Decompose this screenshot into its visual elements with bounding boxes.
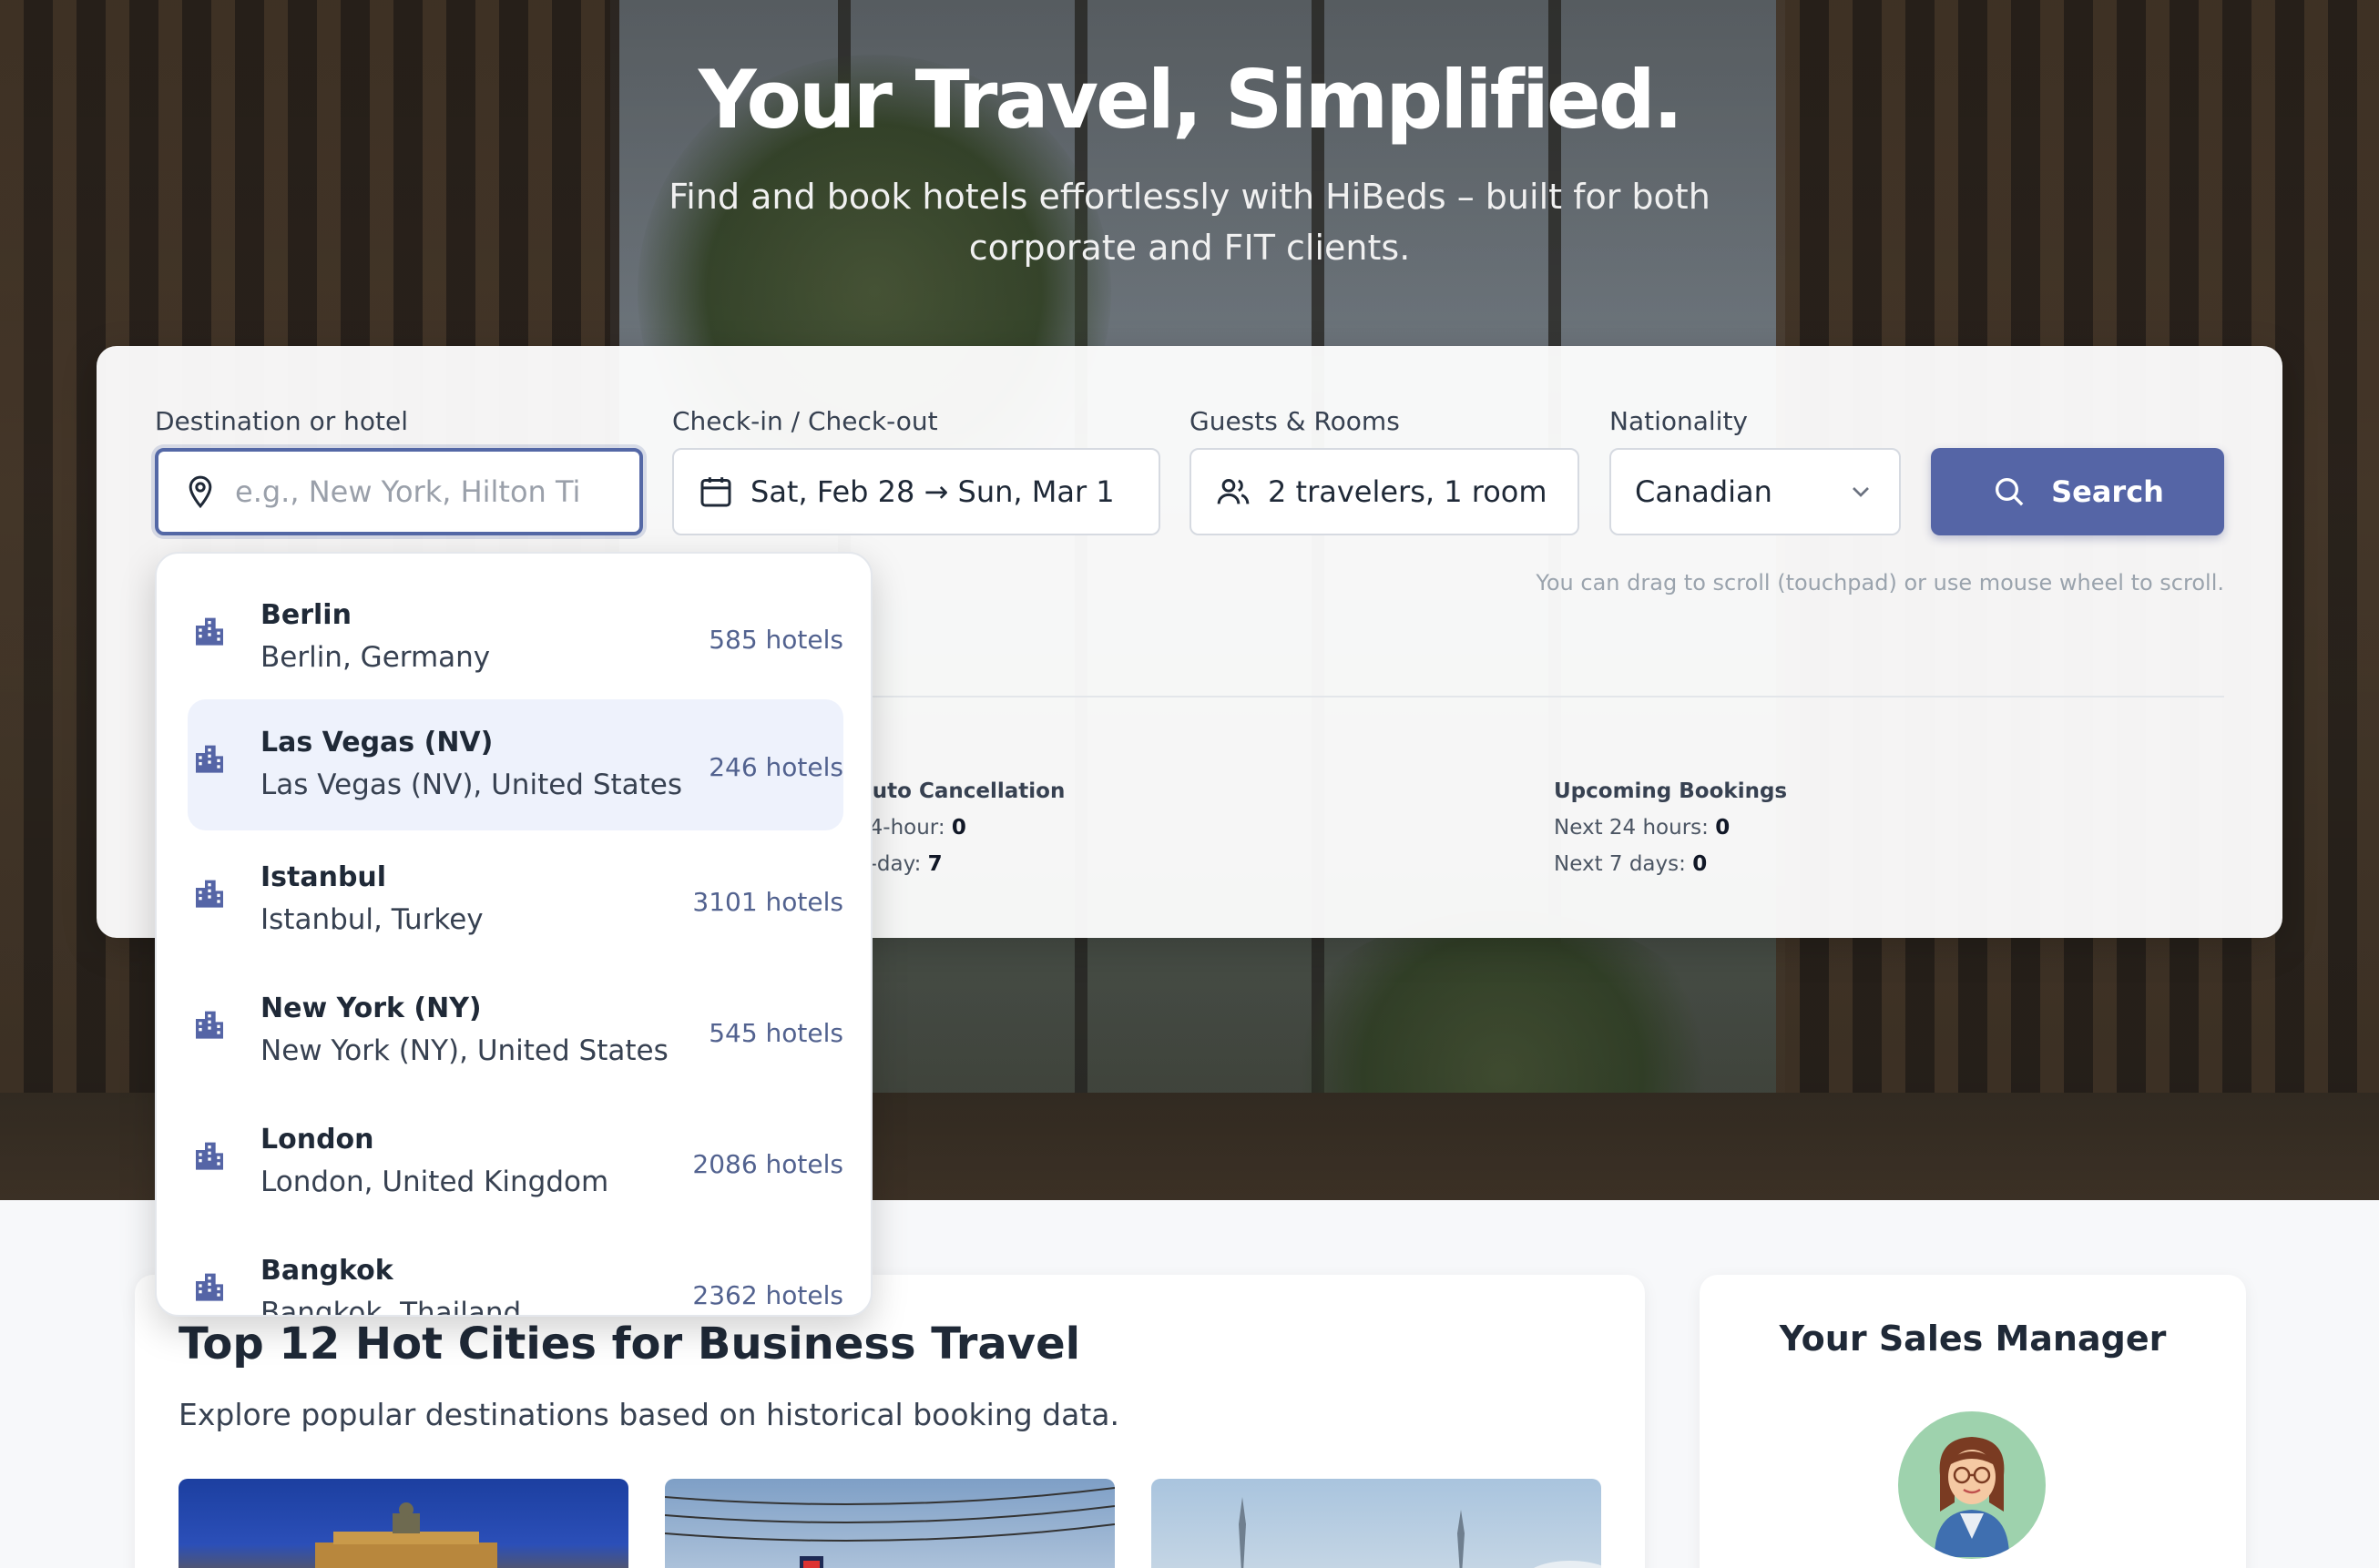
building-icon xyxy=(196,745,223,773)
suggestion-name: London xyxy=(260,1124,374,1156)
search-button[interactable]: Search xyxy=(1931,448,2224,535)
calendar-icon xyxy=(700,477,731,507)
search-button-label: Search xyxy=(2051,474,2164,509)
auto-cancel-24h-value: 0 xyxy=(951,816,966,840)
upcoming-7d: Next 7 days: 0 xyxy=(1554,852,1707,876)
building-icon xyxy=(196,1011,223,1039)
avatar xyxy=(1898,1411,2046,1559)
nationality-label: Nationality xyxy=(1609,406,1749,436)
las-vegas-image xyxy=(665,1487,1115,1568)
dates-label: Check-in / Check-out xyxy=(672,406,938,436)
dates-value: Sat, Feb 28 → Sun, Mar 1 xyxy=(750,474,1115,509)
auto-cancel-24h: 24-hour: 0 xyxy=(856,816,966,840)
destination-suggestions[interactable]: Berlin Berlin, Germany 585 hotels Las Ve… xyxy=(155,552,873,1317)
suggestion-hotel-count: 2086 hotels xyxy=(692,1149,843,1179)
suggestion-name: Berlin xyxy=(260,599,352,631)
dates-field[interactable]: Sat, Feb 28 → Sun, Mar 1 xyxy=(672,448,1160,535)
building-icon xyxy=(196,1273,223,1301)
destination-field[interactable] xyxy=(155,448,643,535)
suggestion-name: Bangkok xyxy=(260,1255,393,1287)
destination-input[interactable] xyxy=(235,474,581,509)
suggestion-location: Istanbul, Turkey xyxy=(260,903,484,936)
istanbul-image xyxy=(1239,1497,1601,1568)
suggestion-location: New York (NY), United States xyxy=(260,1034,669,1067)
chevron-down-icon xyxy=(1853,487,1869,497)
suggestion-item[interactable]: Bangkok Bangkok, Thailand 2362 hotels xyxy=(188,1209,843,1317)
suggestion-name: Las Vegas (NV) xyxy=(260,727,494,759)
auto-cancellation-title: Auto Cancellation xyxy=(856,779,1066,803)
suggestion-name: New York (NY) xyxy=(260,993,482,1024)
suggestion-hotel-count: 2362 hotels xyxy=(692,1280,843,1310)
brandenburg-gate-image xyxy=(315,1502,497,1568)
users-icon xyxy=(1217,479,1250,504)
city-card-image-istanbul[interactable] xyxy=(1151,1479,1601,1568)
map-pin-icon xyxy=(189,475,212,509)
upcoming-24h-label: Next 24 hours: xyxy=(1554,816,1709,840)
nationality-value: Canadian xyxy=(1635,474,1772,509)
nationality-select[interactable]: Canadian xyxy=(1609,448,1901,535)
hot-cities-title: Top 12 Hot Cities for Business Travel xyxy=(179,1319,1081,1369)
guests-field[interactable]: 2 travelers, 1 room xyxy=(1190,448,1579,535)
hot-cities-subtitle: Explore popular destinations based on hi… xyxy=(179,1397,1119,1432)
suggestion-item[interactable]: New York (NY) New York (NY), United Stat… xyxy=(188,947,843,1078)
suggestion-hotel-count: 3101 hotels xyxy=(692,887,843,917)
upcoming-24h-value: 0 xyxy=(1715,816,1731,840)
building-icon xyxy=(196,1142,223,1170)
hero-title: Your Travel, Simplified. xyxy=(698,53,1683,147)
city-card-image-berlin[interactable] xyxy=(179,1479,628,1568)
suggestion-name: Istanbul xyxy=(260,861,387,893)
guests-value: 2 travelers, 1 room xyxy=(1268,474,1547,509)
suggestion-hotel-count: 246 hotels xyxy=(709,752,843,782)
suggestion-item[interactable]: Berlin Berlin, Germany 585 hotels xyxy=(188,554,843,685)
building-icon xyxy=(196,880,223,908)
scroll-hint: You can drag to scroll (touchpad) or use… xyxy=(1536,570,2224,596)
guests-label: Guests & Rooms xyxy=(1190,406,1400,436)
suggestion-hotel-count: 585 hotels xyxy=(709,625,843,655)
suggestion-hotel-count: 545 hotels xyxy=(709,1018,843,1048)
sales-manager-avatar xyxy=(1935,1437,2009,1557)
city-card-image-las-vegas[interactable] xyxy=(665,1479,1115,1568)
hero-subtitle: Find and book hotels effortlessly with H… xyxy=(669,177,1710,268)
suggestion-location: Bangkok, Thailand xyxy=(260,1297,522,1317)
suggestion-item-highlighted[interactable]: Las Vegas (NV) Las Vegas (NV), United St… xyxy=(188,699,843,830)
upcoming-7d-value: 0 xyxy=(1692,852,1708,876)
upcoming-24h: Next 24 hours: 0 xyxy=(1554,816,1730,840)
upcoming-bookings-title: Upcoming Bookings xyxy=(1554,779,1788,803)
suggestion-item[interactable]: London London, United Kingdom 2086 hotel… xyxy=(188,1078,843,1209)
suggestion-location: London, United Kingdom xyxy=(260,1166,609,1198)
search-icon xyxy=(1996,478,2024,506)
sales-manager-title: Your Sales Manager xyxy=(1779,1319,2167,1359)
auto-cancel-7d-value: 7 xyxy=(927,852,943,876)
suggestion-location: Las Vegas (NV), United States xyxy=(260,769,683,801)
upcoming-7d-label: Next 7 days: xyxy=(1554,852,1686,876)
destination-label: Destination or hotel xyxy=(155,406,408,436)
building-icon xyxy=(196,617,223,646)
suggestion-location: Berlin, Germany xyxy=(260,641,491,674)
suggestion-item[interactable]: Istanbul Istanbul, Turkey 3101 hotels xyxy=(188,816,843,947)
